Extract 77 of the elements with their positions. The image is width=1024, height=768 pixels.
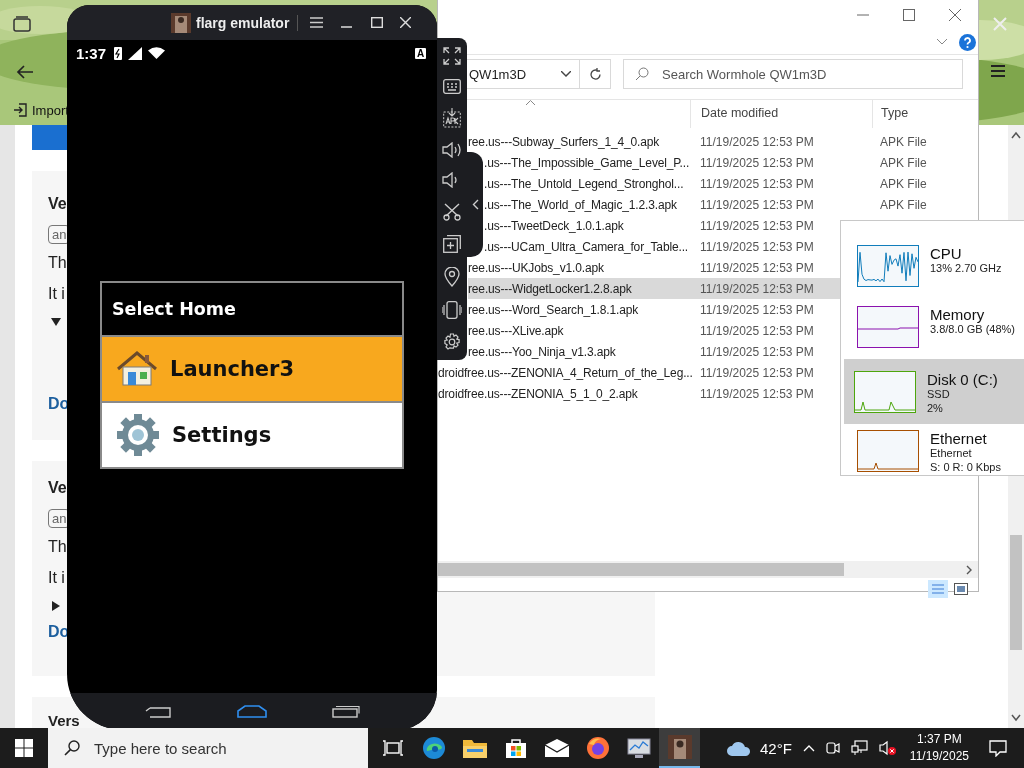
table-cell-text: 11/19/2025 12:53 PM <box>700 134 815 149</box>
description-text: Th <box>48 537 67 557</box>
table-cell-text: 11/19/2025 12:53 PM <box>700 302 815 317</box>
column-header[interactable]: Date modified <box>701 106 779 120</box>
table-cell-text: 11/19/2025 12:53 PM <box>700 386 815 401</box>
clock-time: 1:37 PM <box>917 731 962 748</box>
weather-temperature[interactable]: 42°F <box>760 739 792 757</box>
clock[interactable]: 1:37 PM 11/19/2025 <box>909 731 970 765</box>
table-cell: APK File <box>880 134 927 149</box>
table-cell-text: ree.us---WidgetLocker1.2.8.apk <box>468 281 633 296</box>
resource-name: Ethernet <box>930 430 988 447</box>
table-cell-text: 11/19/2025 12:53 PM <box>700 218 815 233</box>
file-row[interactable]: droidfree.us---ZENONIA_5_1_0_2.apk 11/19/2025 12:53 PM <box>438 383 840 404</box>
performance-item[interactable]: Memory 3.8/8.0 GB (48%) <box>844 298 1024 359</box>
table-cell-text: ree.us---Yoo_Ninja_v1.3.apk <box>468 344 617 359</box>
file-row[interactable]: .us---TweetDeck_1.0.1.apk 11/19/2025 12:53 PM <box>484 215 840 236</box>
file-row[interactable]: ree.us---Yoo_Ninja_v1.3.apk 11/19/2025 12:53 PM <box>468 341 840 362</box>
table-cell-text: 11/19/2025 12:53 PM <box>700 281 815 296</box>
table-cell-text: 11/19/2025 12:53 PM <box>700 155 815 170</box>
resource-detail: Ethernet <box>930 447 973 461</box>
clock-date: 11/19/2025 <box>909 748 970 765</box>
table-cell-text: ree.us---UKJobs_v1.0.apk <box>468 260 605 275</box>
description-text: Th <box>48 253 67 273</box>
column-header[interactable]: Type <box>881 106 909 120</box>
table-cell-text: ree.us---Subway_Surfers_1_4_0.apk <box>468 134 661 149</box>
version-title: Ve <box>48 479 67 498</box>
performance-item[interactable]: Disk 0 (C:) SSD 2% <box>844 359 1024 424</box>
table-cell-text: 11/19/2025 12:53 PM <box>700 176 815 191</box>
resource-detail: 3.8/8.0 GB (48%) <box>930 323 1015 337</box>
version-title: Ve <box>48 195 67 214</box>
file-row[interactable]: .us---UCam_Ultra_Camera_for_Table... 11/19/2025 12:53 PM <box>484 236 840 257</box>
description-text: It i <box>48 568 65 588</box>
version-title: Vers <box>48 713 80 728</box>
table-cell-text: .us---UCam_Ultra_Camera_for_Table... <box>484 239 689 254</box>
table-cell-text: .us---The_Impossible_Game_Level_P... <box>484 155 691 170</box>
table-cell: APK File <box>880 197 927 212</box>
file-row[interactable]: ree.us---WidgetLocker1.2.8.apk 11/19/2025 12:53 PM <box>468 278 840 299</box>
file-row[interactable]: ree.us---XLive.apk 11/19/2025 12:53 PM <box>468 320 840 341</box>
file-row[interactable]: ree.us---Subway_Surfers_1_4_0.apk 11/19/2025 12:53 PM APK File <box>468 131 978 152</box>
table-cell: APK File <box>880 176 927 191</box>
file-row[interactable]: ree.us---UKJobs_v1.0.apk 11/19/2025 12:53 PM <box>468 257 840 278</box>
keyboard-badge: A <box>415 47 426 59</box>
table-cell-text: 11/19/2025 12:53 PM <box>700 323 815 338</box>
search-field[interactable]: Search Wormhole QW1m3D <box>623 59 963 89</box>
file-row[interactable]: .us---The_Untold_Legend_Stronghol... 11/19/2025 12:53 PM APK File <box>484 173 978 194</box>
table-cell-text: 11/19/2025 12:53 PM <box>700 239 815 254</box>
file-row[interactable]: .us---The_Impossible_Game_Level_P... 11/19/2025 12:53 PM APK File <box>484 152 978 173</box>
resource-name: Disk 0 (C:) <box>927 371 998 388</box>
search-field[interactable]: Type here to search <box>48 728 368 768</box>
home-option[interactable]: Settings <box>102 401 402 467</box>
resource-name: Memory <box>930 306 986 323</box>
table-cell-text: .us---The_Untold_Legend_Stronghol... <box>484 176 685 191</box>
table-cell-text: droidfree.us---ZENONIA_5_1_0_2.apk <box>438 386 639 401</box>
table-cell-text: 11/19/2025 12:53 PM <box>700 197 815 212</box>
file-row[interactable]: ree.us---Word_Search_1.8.1.apk 11/19/2025 12:53 PM <box>468 299 840 320</box>
resource-detail: SSD <box>927 388 951 402</box>
table-cell-text: droidfree.us---ZENONIA_4_Return_of_the_Leg... <box>438 365 694 380</box>
window-title: flarg emulator <box>196 14 299 31</box>
table-cell-text: .us---The_World_of_Magic_1.2.3.apk <box>484 197 678 212</box>
performance-item[interactable]: Ethernet Ethernet S: 0 R: 0 Kbps <box>844 424 1024 475</box>
table-cell-text: 11/19/2025 12:53 PM <box>700 344 815 359</box>
table-cell: APK File <box>880 155 927 170</box>
table-cell-text: 11/19/2025 12:53 PM <box>700 260 815 275</box>
resource-detail: 2% <box>927 401 944 415</box>
table-cell-text: 11/19/2025 12:53 PM <box>700 365 815 380</box>
home-option[interactable]: Launcher3 <box>102 337 402 401</box>
resource-detail: 13% 2.70 GHz <box>930 262 1002 276</box>
resource-name: CPU <box>930 245 963 262</box>
resource-detail: S: 0 R: 0 Kbps <box>930 460 1001 474</box>
table-cell-text: .us---TweetDeck_1.0.1.apk <box>484 218 625 233</box>
table-cell-text: ree.us---XLive.apk <box>468 323 565 338</box>
table-cell-text: ree.us---Word_Search_1.8.1.apk <box>468 302 640 317</box>
file-row[interactable]: droidfree.us---ZENONIA_4_Return_of_the_Leg... 11/19/2025 12:53 PM <box>438 362 840 383</box>
status-time: 1:37 <box>76 44 107 62</box>
file-row[interactable]: .us---The_World_of_Magic_1.2.3.apk 11/19/2025 12:53 PM APK File <box>484 194 978 215</box>
description-text: It i <box>48 284 65 304</box>
performance-item[interactable]: CPU 13% 2.70 GHz <box>844 237 1024 298</box>
